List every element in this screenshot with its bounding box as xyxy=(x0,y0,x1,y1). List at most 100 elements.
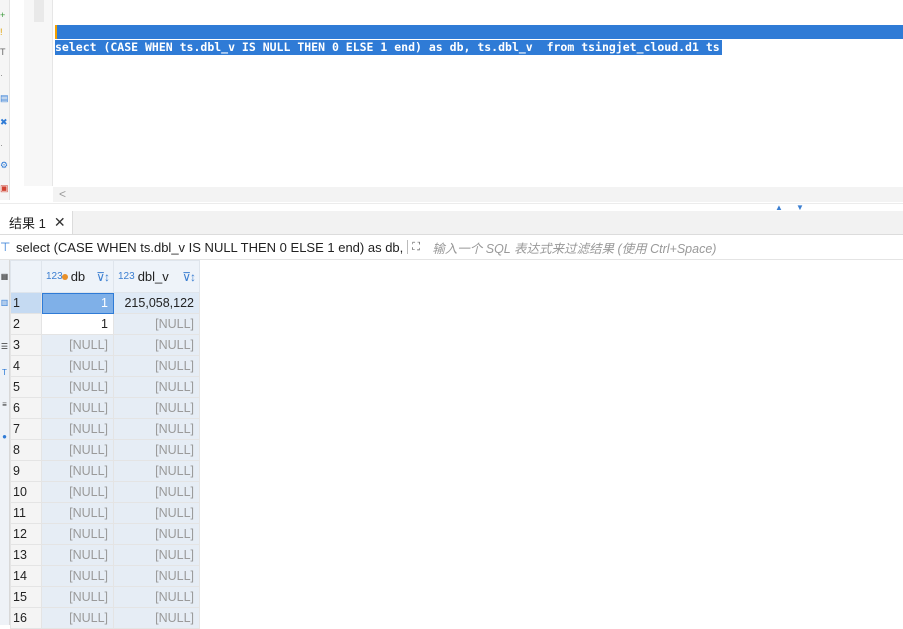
filter-sort-icon[interactable]: ⊽↕ xyxy=(182,270,196,284)
selection-highlight xyxy=(55,25,903,39)
cell-db[interactable]: [NULL] xyxy=(41,544,114,566)
table-row[interactable]: 6 [NULL] [NULL] xyxy=(10,397,200,419)
link-icon[interactable]: ✖ xyxy=(0,117,8,127)
dot-icon: · xyxy=(0,140,3,150)
table-row[interactable]: 13 [NULL] [NULL] xyxy=(10,544,200,566)
row-number[interactable]: 2 xyxy=(10,313,42,335)
key-dot-icon xyxy=(61,273,68,280)
table-row[interactable]: 2 1 [NULL] xyxy=(10,313,200,335)
tab-label: 结果 1 xyxy=(9,216,46,231)
cell-dbl-v[interactable]: [NULL] xyxy=(113,418,200,440)
table-icon[interactable]: ▤ xyxy=(0,93,8,103)
cell-db[interactable]: 1 xyxy=(41,313,114,335)
results-grid: 123 db ⊽↕ 123 dbl_v ⊽↕ 1 1 215,058,122 2 1 [N… xyxy=(10,260,200,629)
cell-dbl-v[interactable]: [NULL] xyxy=(113,355,200,377)
row-number[interactable]: 13 xyxy=(10,544,42,566)
filter-bar: ⊤ select (CASE WHEN ts.dbl_v IS NULL THE… xyxy=(0,235,903,260)
filter-input[interactable]: 输入一个 SQL 表达式来过滤结果 (使用 Ctrl+Space) xyxy=(432,238,716,257)
table-row[interactable]: 16 [NULL] [NULL] xyxy=(10,607,200,629)
table-row[interactable]: 8 [NULL] [NULL] xyxy=(10,439,200,461)
cell-dbl-v[interactable]: [NULL] xyxy=(113,607,200,629)
info-icon[interactable]: ! xyxy=(0,27,8,37)
row-number[interactable]: 9 xyxy=(10,460,42,482)
cell-db[interactable]: [NULL] xyxy=(41,355,114,377)
cell-dbl-v[interactable]: [NULL] xyxy=(113,334,200,356)
settings-icon[interactable]: ⚙ xyxy=(0,160,8,170)
cell-db[interactable]: [NULL] xyxy=(41,397,114,419)
row-number[interactable]: 5 xyxy=(10,376,42,398)
record-view-icon[interactable]: T xyxy=(0,368,9,377)
cell-dbl-v[interactable]: [NULL] xyxy=(113,313,200,335)
row-number[interactable]: 11 xyxy=(10,502,42,524)
cell-db[interactable]: [NULL] xyxy=(41,481,114,503)
scroll-left-icon[interactable]: < xyxy=(59,187,66,202)
grid-body: 1 1 215,058,122 2 1 [NULL] 3 [NULL] [NULL] 4 [NULL… xyxy=(10,292,200,629)
row-number[interactable]: 4 xyxy=(10,355,42,377)
cell-dbl-v[interactable]: [NULL] xyxy=(113,481,200,503)
column-name: db xyxy=(70,269,86,284)
sql-query-text[interactable]: select (CASE WHEN ts.dbl_v IS NULL THEN … xyxy=(55,40,722,55)
table-row[interactable]: 1 1 215,058,122 xyxy=(10,292,200,314)
cell-db[interactable]: [NULL] xyxy=(41,334,114,356)
tab-result-1[interactable]: 结果 1 ✕ xyxy=(0,211,73,234)
row-number[interactable]: 1 xyxy=(10,292,42,314)
cell-db[interactable]: [NULL] xyxy=(41,460,114,482)
close-icon[interactable]: ✕ xyxy=(54,214,66,231)
editor-horizontal-scrollbar[interactable]: < xyxy=(53,187,903,202)
table-row[interactable]: 14 [NULL] [NULL] xyxy=(10,565,200,587)
row-number[interactable]: 14 xyxy=(10,565,42,587)
plus-icon[interactable]: + xyxy=(0,10,8,20)
cell-dbl-v[interactable]: [NULL] xyxy=(113,586,200,608)
expand-icon[interactable]: ⛶ xyxy=(407,240,426,254)
cell-dbl-v[interactable]: [NULL] xyxy=(113,565,200,587)
row-number[interactable]: 3 xyxy=(10,334,42,356)
table-row[interactable]: 15 [NULL] [NULL] xyxy=(10,586,200,608)
table-row[interactable]: 5 [NULL] [NULL] xyxy=(10,376,200,398)
cell-dbl-v[interactable]: [NULL] xyxy=(113,397,200,419)
column-header-db[interactable]: 123 db ⊽↕ xyxy=(41,260,114,293)
table-row[interactable]: 12 [NULL] [NULL] xyxy=(10,523,200,545)
cell-dbl-v[interactable]: [NULL] xyxy=(113,460,200,482)
cell-db[interactable]: [NULL] xyxy=(41,376,114,398)
cell-db[interactable]: 1 xyxy=(41,292,114,314)
cell-db[interactable]: [NULL] xyxy=(41,502,114,524)
row-number[interactable]: 16 xyxy=(10,607,42,629)
grid-view-icon[interactable]: ▦ xyxy=(0,272,9,281)
filter-icon[interactable]: T xyxy=(0,47,8,57)
cell-dbl-v[interactable]: [NULL] xyxy=(113,376,200,398)
cell-dbl-v[interactable]: [NULL] xyxy=(113,439,200,461)
cell-dbl-v[interactable]: [NULL] xyxy=(113,544,200,566)
row-number[interactable]: 10 xyxy=(10,481,42,503)
cell-dbl-v[interactable]: 215,058,122 xyxy=(113,292,200,314)
row-number[interactable]: 8 xyxy=(10,439,42,461)
row-number[interactable]: 7 xyxy=(10,418,42,440)
row-number[interactable]: 12 xyxy=(10,523,42,545)
grid-header-row: 123 db ⊽↕ 123 dbl_v ⊽↕ xyxy=(10,260,200,293)
panel-dot-icon[interactable]: ● xyxy=(0,432,9,441)
table-row[interactable]: 10 [NULL] [NULL] xyxy=(10,481,200,503)
table-view-icon[interactable]: ▥ xyxy=(0,298,9,307)
cell-db[interactable]: [NULL] xyxy=(41,565,114,587)
filter-icon: ⊤ xyxy=(0,240,11,254)
table-row[interactable]: 7 [NULL] [NULL] xyxy=(10,418,200,440)
cell-db[interactable]: [NULL] xyxy=(41,586,114,608)
table-row[interactable]: 3 [NULL] [NULL] xyxy=(10,334,200,356)
column-header-dbl-v[interactable]: 123 dbl_v ⊽↕ xyxy=(113,260,200,293)
table-row[interactable]: 9 [NULL] [NULL] xyxy=(10,460,200,482)
export-icon[interactable]: ▣ xyxy=(0,183,8,193)
cell-db[interactable]: [NULL] xyxy=(41,418,114,440)
text-view-icon[interactable]: ☰ xyxy=(0,342,9,351)
cell-db[interactable]: [NULL] xyxy=(41,439,114,461)
filter-sort-icon[interactable]: ⊽↕ xyxy=(96,270,110,284)
numeric-type-icon: 123 xyxy=(118,271,135,282)
row-number[interactable]: 15 xyxy=(10,586,42,608)
cell-db[interactable]: [NULL] xyxy=(41,523,114,545)
line-number-gutter xyxy=(24,0,53,186)
row-number[interactable]: 6 xyxy=(10,397,42,419)
table-row[interactable]: 4 [NULL] [NULL] xyxy=(10,355,200,377)
cell-dbl-v[interactable]: [NULL] xyxy=(113,502,200,524)
cell-db[interactable]: [NULL] xyxy=(41,607,114,629)
cell-dbl-v[interactable]: [NULL] xyxy=(113,523,200,545)
table-row[interactable]: 11 [NULL] [NULL] xyxy=(10,502,200,524)
json-view-icon[interactable]: ≡ xyxy=(0,400,9,409)
